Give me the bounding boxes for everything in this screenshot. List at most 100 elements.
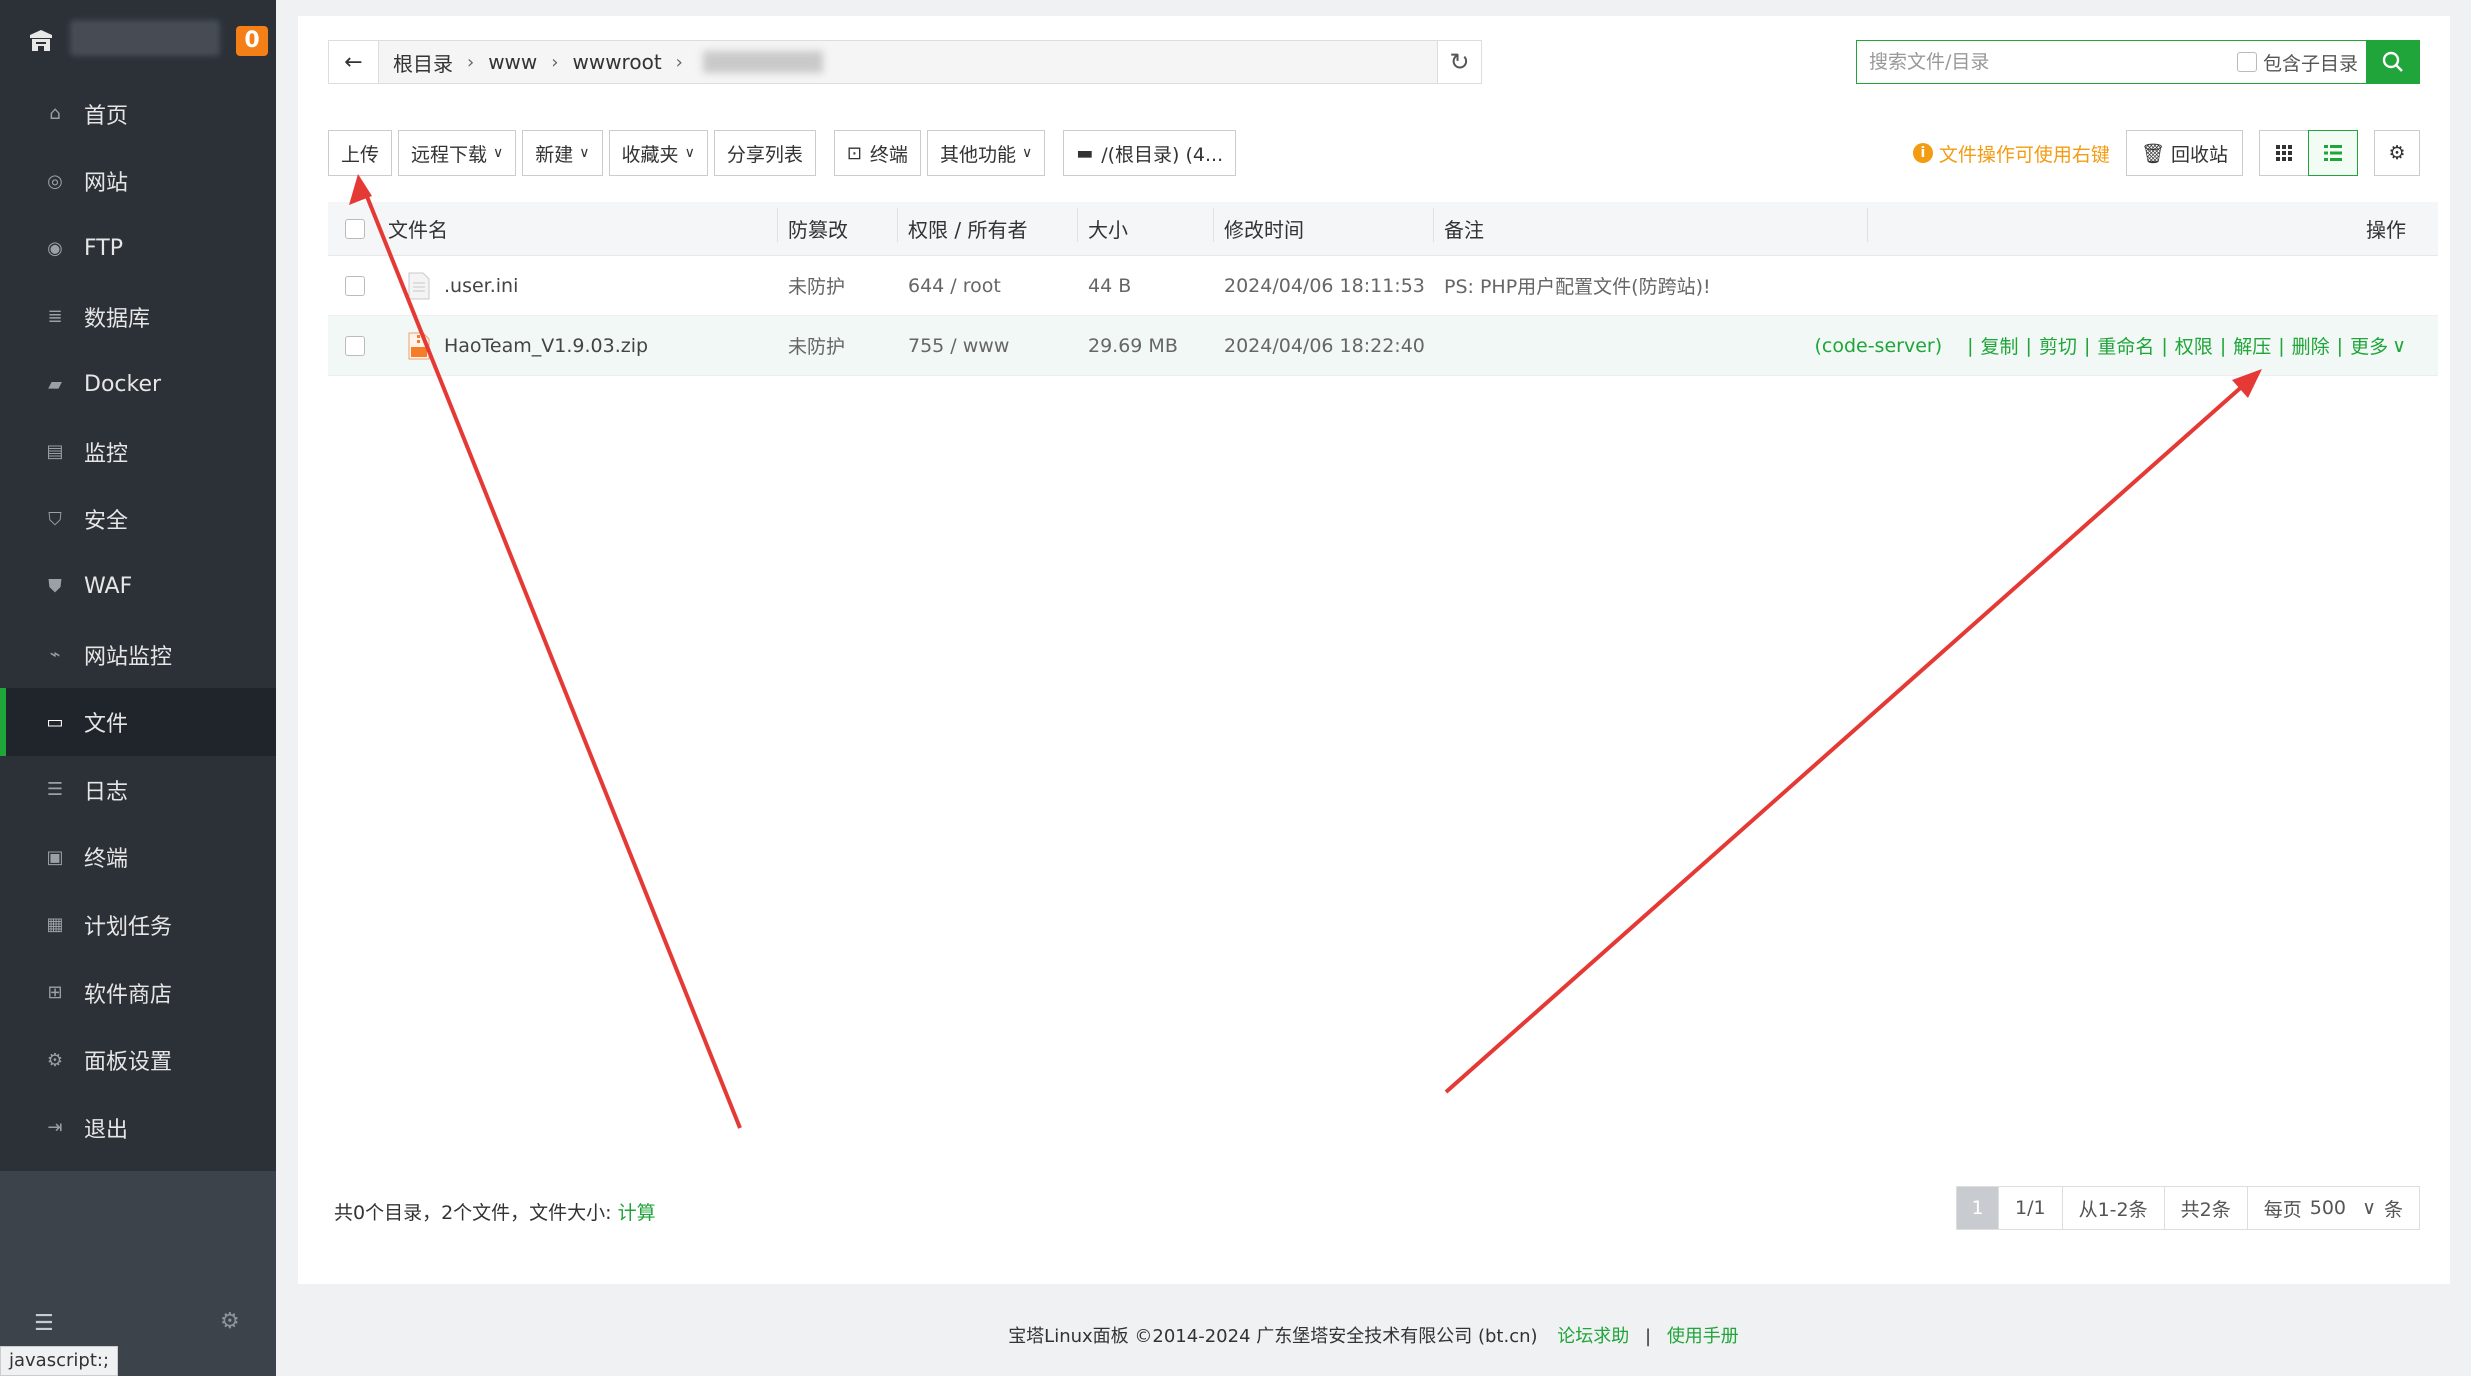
sidebar-item-database[interactable]: ≣ 数据库 [0,283,276,351]
search-input[interactable] [1857,41,2237,83]
perm-owner[interactable]: 644 / root [908,275,1088,297]
op-separator: | [1967,334,1974,357]
file-toolbar: 上传 远程下载 ∨ 新建 ∨ 收藏夹 ∨ 分享列表 ⊡ 终端 其他功能 ∨ ▬ /(根目录)… [328,130,1242,176]
gear-icon: ⚙ [2388,142,2406,164]
right-click-tip: i 文件操作可使用右键 [1912,140,2110,167]
collapse-menu-icon[interactable]: ☰ [34,1311,54,1336]
per-page: 每页 500 ∨ 条 [2247,1187,2419,1229]
terminal-label: 终端 [869,143,908,166]
sidebar-item-label: 终端 [84,847,129,873]
table-row[interactable]: HaoTeam_V1.9.03.zip 未防护 755 / www 29.69 … [328,316,2438,376]
other-functions-label: 其他功能 [939,143,1016,166]
cut-link[interactable]: 剪切 [2039,332,2077,359]
calculate-size-link[interactable]: 计算 [618,1202,656,1224]
file-table: 文件名 防篡改 权限 / 所有者 大小 修改时间 备注 操作 .user.ini… [328,202,2438,376]
breadcrumb-root[interactable]: 根目录 [393,48,453,77]
breadcrumb-wwwroot[interactable]: wwwroot [572,50,661,74]
sidebar-item-ftp[interactable]: ◉ FTP [0,215,276,283]
col-size[interactable]: 大小 [1088,208,1224,243]
sidebar-item-label: 文件 [84,712,129,738]
op-separator: | [2336,334,2344,357]
file-note[interactable]: PS: PHP用户配置文件(防跨站)! [1444,272,1878,299]
page-current[interactable]: 1 [1957,1187,2000,1229]
sidebar-item-docker[interactable]: ▰ Docker [0,350,276,418]
protect-status[interactable]: 未防护 [788,272,908,299]
unzip-link[interactable]: 解压 [2233,332,2271,359]
sidebar-item-files[interactable]: ▭ 文件 [0,688,276,756]
forum-link[interactable]: 论坛求助 [1557,1326,1629,1347]
file-name[interactable]: HaoTeam_V1.9.03.zip [444,335,648,357]
back-arrow-icon[interactable]: ← [329,41,379,83]
sidebar-item-logout[interactable]: ⇥ 退出 [0,1094,276,1162]
include-subdir-checkbox[interactable]: 包含子目录 [2236,49,2358,76]
sidebar-item-panel-settings[interactable]: ⚙ 面板设置 [0,1026,276,1094]
list-view-button[interactable] [2308,130,2358,176]
delete-link[interactable]: 删除 [2292,332,2330,359]
sidebar-item-cron[interactable]: ▦ 计划任务 [0,891,276,959]
other-functions-button[interactable]: 其他功能 ∨ [926,130,1046,176]
sidebar-item-label: 安全 [84,509,129,535]
copy-link[interactable]: 复制 [1981,332,2019,359]
sidebar-item-home[interactable]: ⌂ 首页 [0,80,276,148]
protect-status[interactable]: 未防护 [788,332,908,359]
chevron-down-icon: ∨ [493,145,504,161]
sidebar-item-logs[interactable]: ☰ 日志 [0,756,276,824]
col-name[interactable]: 文件名 [388,208,788,243]
refresh-icon[interactable]: ↻ [1437,41,1481,83]
per-page-label: 每页 [2263,1198,2302,1221]
sidebar-item-app-store[interactable]: ⊞ 软件商店 [0,959,276,1027]
perm-owner[interactable]: 755 / www [908,335,1088,357]
terminal-button[interactable]: ⊡ 终端 [833,130,921,176]
share-list-button[interactable]: 分享列表 [713,130,816,176]
chevron-down-icon: ∨ [579,145,590,161]
sidebar-item-waf[interactable]: ⛊ WAF [0,553,276,621]
remote-download-button[interactable]: 远程下载 ∨ [398,130,517,176]
row-checkbox[interactable] [345,335,365,356]
breadcrumb-www[interactable]: www [488,50,537,74]
browser-status-url: javascript:; [0,1346,119,1376]
file-name[interactable]: .user.ini [444,275,518,297]
database-icon: ≣ [47,306,63,328]
sidebar-item-label: 数据库 [84,306,151,332]
sidebar-item-label: 计划任务 [84,914,173,940]
sidebar-item-site-monitor[interactable]: ⌁ 网站监控 [0,621,276,689]
summary-text: 共0个目录，2个文件，文件大小: [334,1202,618,1224]
manual-link[interactable]: 使用手册 [1667,1326,1739,1347]
disk-button[interactable]: ▬ /(根目录) (4... [1063,130,1237,176]
sidebar-item-website[interactable]: ◎ 网站 [0,148,276,216]
permission-link[interactable]: 权限 [2175,332,2213,359]
col-mtime[interactable]: 修改时间 [1224,208,1444,243]
sidebar-item-security[interactable]: ⛉ 安全 [0,486,276,554]
recycle-bin-button[interactable]: 🗑 回收站 [2125,130,2243,176]
chevron-right-icon: › [551,51,559,73]
select-all-checkbox[interactable] [345,218,365,239]
table-settings-button[interactable]: ⚙ [2374,130,2420,176]
grid-icon [2276,145,2292,161]
theme-gear-icon[interactable]: ⚙ [220,1309,240,1334]
new-button[interactable]: 新建 ∨ [522,130,603,176]
info-icon: i [1912,143,1933,163]
sidebar-item-label: 网站 [84,171,129,197]
sidebar: 0 ⌂ 首页 ◎ 网站 ◉ FTP ≣ 数据库 ▰ Docker ▤ 监控 ⛉ 安全 ⛊ WAF… [0,0,276,1376]
notice-badge[interactable]: 0 [236,26,268,56]
per-page-select[interactable]: 500 ∨ [2310,1197,2376,1219]
apps-icon: ⊞ [47,982,63,1004]
op-separator: | [2025,334,2032,357]
log-icon: ☰ [46,779,64,801]
grid-view-button[interactable] [2259,130,2309,176]
include-subdir-label: 包含子目录 [2262,52,2358,75]
sidebar-nav: ⌂ 首页 ◎ 网站 ◉ FTP ≣ 数据库 ▰ Docker ▤ 监控 ⛉ 安全 ⛊ WAF ⌁… [0,80,276,1162]
code-server-link[interactable]: (code-server) [1814,335,1942,357]
search-button[interactable] [2366,40,2420,84]
bt-logo-icon[interactable] [26,26,56,56]
more-link[interactable]: 更多 [2350,332,2388,359]
sidebar-item-label: 首页 [84,103,129,129]
table-row[interactable]: .user.ini 未防护 644 / root 44 B 2024/04/06… [328,256,2438,316]
row-checkbox[interactable] [345,275,365,296]
upload-button[interactable]: 上传 [328,130,393,176]
rename-link[interactable]: 重命名 [2097,332,2154,359]
sidebar-item-terminal[interactable]: ▣ 终端 [0,824,276,892]
favorites-button[interactable]: 收藏夹 ∨ [608,130,708,176]
checkbox-box[interactable] [2236,52,2257,72]
sidebar-item-monitor[interactable]: ▤ 监控 [0,418,276,486]
